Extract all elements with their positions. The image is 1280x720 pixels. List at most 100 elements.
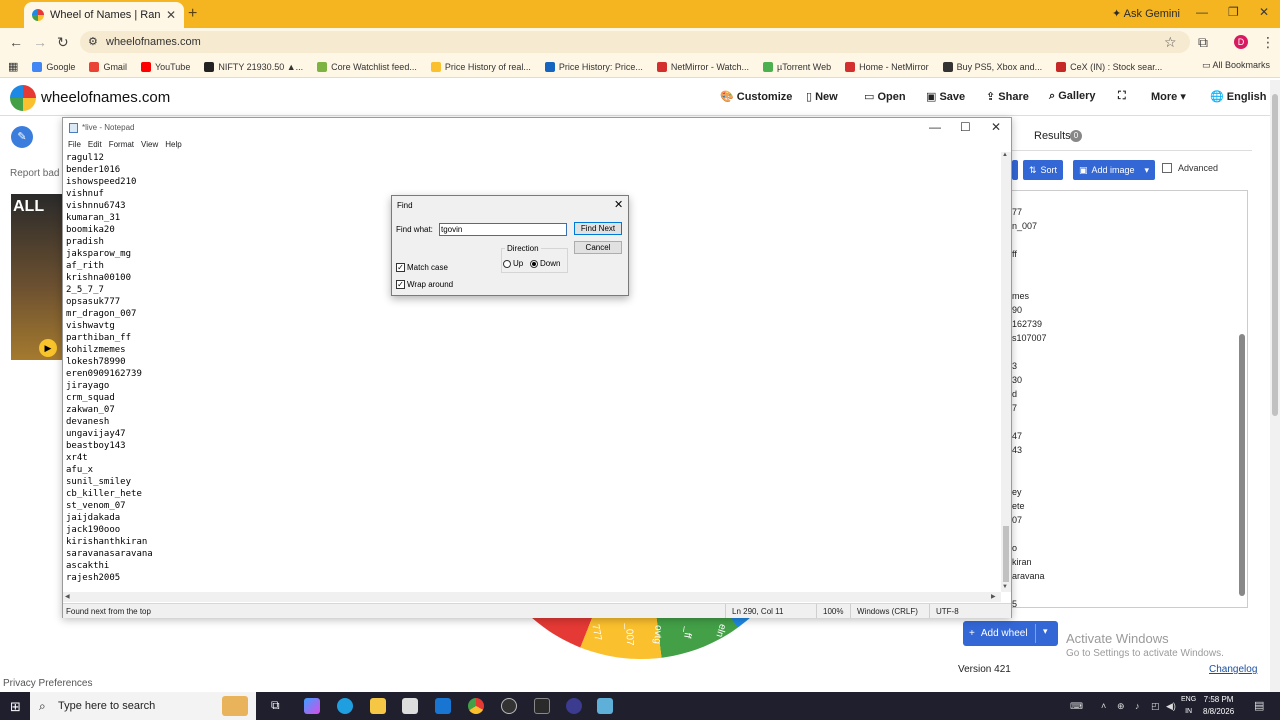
new-tab-button[interactable]: + [188, 5, 197, 23]
minimize-icon[interactable]: — [1196, 5, 1208, 19]
apps-icon[interactable]: ▦ [8, 60, 18, 73]
find-next-button[interactable]: Find Next [574, 222, 622, 235]
file-explorer-icon[interactable] [370, 698, 386, 714]
microphone-icon[interactable]: ♪ [1135, 701, 1140, 711]
forward-icon[interactable]: → [33, 34, 47, 50]
search-highlight-icon[interactable] [222, 696, 248, 716]
scroll-left-icon[interactable]: ◀ [65, 593, 70, 600]
advanced-checkbox[interactable]: Advanced [1162, 163, 1218, 173]
sort-button[interactable]: ⇅ Sort [1023, 160, 1064, 180]
open-button[interactable]: ▭ Open [864, 90, 906, 103]
close-window-icon[interactable]: ✕ [1259, 5, 1269, 19]
fullscreen-icon[interactable]: ⛶ [1118, 90, 1126, 103]
back-icon[interactable]: ← [9, 34, 23, 50]
wheel-logo-icon[interactable] [10, 85, 36, 111]
menu-view[interactable]: View [136, 138, 158, 152]
extensions-icon[interactable]: ⧉ [1198, 34, 1208, 51]
bookmark-utorrent[interactable]: µTorrent Web [763, 61, 831, 72]
site-info-icon[interactable]: ⚙ [88, 31, 98, 53]
bookmark-buy-ps5[interactable]: Buy PS5, Xbox and... [942, 61, 1042, 72]
chrome-icon[interactable] [468, 698, 484, 714]
scroll-up-icon[interactable]: ▲ [1002, 152, 1008, 158]
tab-close-icon[interactable]: ✕ [166, 8, 176, 22]
notepad-maximize-icon[interactable]: ☐ [960, 120, 971, 134]
scroll-down-icon[interactable]: ▼ [1002, 584, 1008, 590]
language-indicator[interactable]: ENG IN [1181, 694, 1196, 718]
page-scrollbar[interactable] [1270, 80, 1280, 692]
edit-pencil-icon[interactable]: ✎ [11, 126, 33, 148]
customize-button[interactable]: 🎨 Customize [720, 90, 792, 103]
wrap-around-checkbox[interactable]: ✓ Wrap around [396, 280, 453, 289]
notepad-minimize-icon[interactable]: — [929, 120, 941, 134]
keyboard-icon[interactable]: ⌨ [1070, 701, 1083, 712]
terminal-icon[interactable] [534, 698, 550, 714]
notepad-scroll-thumb[interactable] [1003, 526, 1009, 582]
chevron-up-icon[interactable]: ˄ [1101, 701, 1106, 711]
site-logo-text[interactable]: wheelofnames.com [41, 89, 170, 106]
bookmark-price-history-real[interactable]: Price History of real... [430, 61, 531, 72]
chevron-down-icon[interactable]: ▾ [1043, 626, 1048, 637]
menu-help[interactable]: Help [160, 138, 181, 152]
add-image-button[interactable]: ▣ Add image ▾ [1073, 160, 1156, 180]
all-bookmarks-button[interactable]: ▭ All Bookmarks [1202, 60, 1270, 71]
taskbar-clock[interactable]: 7:58 PM 8/8/2026 [1203, 694, 1234, 718]
windows-start-icon[interactable]: ⊞ [10, 699, 21, 715]
find-what-input[interactable]: tgovin [439, 223, 567, 236]
advertisement-image[interactable]: ALL ▶ [11, 194, 62, 360]
notepad-horizontal-scrollbar[interactable]: ◀ ▶ [63, 592, 1001, 602]
notepad-close-icon[interactable]: ✕ [991, 120, 1001, 134]
share-button[interactable]: ⇪ Share [986, 90, 1029, 103]
notifications-icon[interactable]: ▤ [1254, 699, 1264, 712]
new-button[interactable]: ▯ New [806, 90, 838, 103]
bookmark-youtube[interactable]: YouTube [140, 61, 190, 72]
profile-avatar[interactable]: D [1234, 35, 1248, 49]
entries-textbox[interactable]: 77 n_007 ff mes 90 162739 s107007 3 30 d… [1012, 190, 1248, 609]
bookmark-netmirror-home[interactable]: Home - NetMirror [845, 61, 929, 72]
match-case-checkbox[interactable]: ✓ Match case [396, 263, 448, 272]
reload-icon[interactable]: ↻ [57, 34, 69, 51]
network-icon[interactable]: ◰ [1151, 701, 1160, 712]
menu-file[interactable]: File [63, 138, 81, 152]
browser-menu-icon[interactable]: ⋮ [1261, 34, 1275, 51]
add-wheel-button[interactable]: + Add wheel ▾ [963, 621, 1058, 646]
discord-icon[interactable] [566, 698, 582, 714]
ask-gemini-button[interactable]: ✦ Ask Gemini [1112, 7, 1180, 20]
shuffle-button[interactable] [1012, 160, 1018, 180]
scrollbar-thumb[interactable] [1239, 334, 1245, 596]
bookmark-price-history[interactable]: Price History: Price... [544, 61, 643, 72]
find-close-icon[interactable]: ✕ [614, 198, 623, 211]
sync-icon[interactable]: ⊕ [1117, 701, 1125, 712]
notepad-taskbar-icon[interactable] [597, 698, 613, 714]
task-view-icon[interactable]: ⧉ [271, 698, 287, 714]
scroll-right-icon[interactable]: ▶ [991, 593, 996, 600]
notepad-vertical-scrollbar[interactable]: ▲ ▼ [1001, 152, 1011, 592]
store-icon[interactable] [402, 698, 418, 714]
tab-results[interactable]: Results [1034, 130, 1071, 142]
edge-icon[interactable] [337, 698, 353, 714]
bookmark-cex[interactable]: CeX (IN) : Stock sear... [1056, 61, 1162, 72]
copilot-icon[interactable] [304, 698, 320, 714]
save-button[interactable]: ▣ Save [926, 90, 965, 103]
address-bar[interactable]: ⚙ wheelofnames.com [80, 31, 1190, 53]
cancel-button[interactable]: Cancel [574, 241, 622, 254]
entries-scrollbar[interactable] [1238, 194, 1246, 604]
direction-up-radio[interactable]: Up [503, 259, 523, 268]
bookmark-google[interactable]: Google [32, 61, 75, 72]
bookmark-nifty[interactable]: NIFTY 21930.50 ▲... [204, 61, 303, 72]
menu-format[interactable]: Format [104, 138, 134, 152]
obs-icon[interactable] [501, 698, 517, 714]
bookmark-netmirror-watch[interactable]: NetMirror - Watch... [656, 61, 749, 72]
spinning-wheel[interactable] [476, 617, 806, 659]
gallery-button[interactable]: ⌕ Gallery [1049, 90, 1096, 103]
bookmark-star-icon[interactable]: ☆ [1164, 34, 1177, 51]
mail-icon[interactable] [435, 698, 451, 714]
page-scrollbar-thumb[interactable] [1272, 94, 1278, 416]
changelog-link[interactable]: Changelog [1209, 664, 1257, 675]
bookmark-gmail[interactable]: Gmail [89, 61, 127, 72]
privacy-preferences-link[interactable]: Privacy Preferences [3, 678, 92, 689]
direction-down-radio[interactable]: Down [530, 259, 560, 268]
report-bad-ad-link[interactable]: Report bad [10, 168, 59, 179]
language-button[interactable]: 🌐 English [1210, 90, 1267, 103]
browser-tab[interactable]: Wheel of Names | Random nam ✕ [24, 2, 184, 28]
more-button[interactable]: More ▾ [1151, 90, 1186, 103]
